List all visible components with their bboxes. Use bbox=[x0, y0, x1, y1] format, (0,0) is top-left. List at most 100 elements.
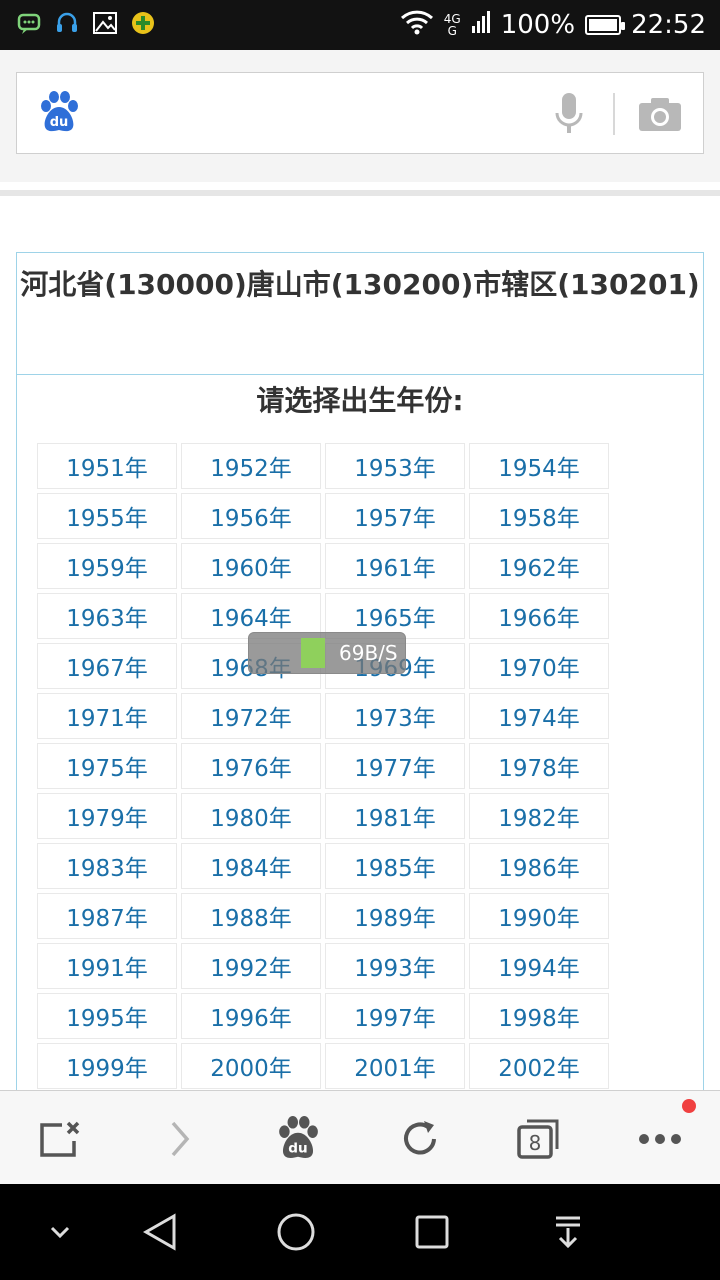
year-link[interactable]: 1990年 bbox=[469, 893, 609, 939]
year-link[interactable]: 1974年 bbox=[469, 693, 609, 739]
year-link[interactable]: 1975年 bbox=[37, 743, 177, 789]
year-link[interactable]: 1957年 bbox=[325, 493, 465, 539]
year-link[interactable]: 1999年 bbox=[37, 1043, 177, 1089]
year-link[interactable]: 1981年 bbox=[325, 793, 465, 839]
year-link[interactable]: 1966年 bbox=[469, 593, 609, 639]
year-link[interactable]: 1951年 bbox=[37, 443, 177, 489]
year-link[interactable]: 1967年 bbox=[37, 643, 177, 689]
year-link[interactable]: 1953年 bbox=[325, 443, 465, 489]
year-link[interactable]: 1985年 bbox=[325, 843, 465, 889]
year-link[interactable]: 1960年 bbox=[181, 543, 321, 589]
speed-bar bbox=[301, 638, 325, 668]
year-link[interactable]: 1959年 bbox=[37, 543, 177, 589]
hide-nav-button[interactable] bbox=[40, 1212, 80, 1252]
baidu-logo-text: du bbox=[50, 115, 69, 130]
refresh-button[interactable] bbox=[396, 1115, 444, 1163]
tab-count: 8 bbox=[529, 1131, 542, 1155]
battery-icon bbox=[585, 15, 626, 35]
more-icon bbox=[639, 1134, 681, 1144]
year-link[interactable]: 1979年 bbox=[37, 793, 177, 839]
year-link[interactable]: 1956年 bbox=[181, 493, 321, 539]
network-type: 4G G bbox=[443, 12, 461, 38]
pull-down-icon bbox=[556, 1216, 580, 1249]
browser-top-bar: du bbox=[0, 50, 720, 196]
refresh-icon bbox=[404, 1121, 436, 1155]
wifi-icon bbox=[400, 9, 434, 42]
camera-icon[interactable] bbox=[637, 95, 683, 137]
tabs-button[interactable]: 8 bbox=[514, 1115, 562, 1163]
baidu-paw-text: du bbox=[288, 1141, 307, 1157]
recents-icon bbox=[415, 1215, 449, 1249]
network-speed-indicator: 69B/S bbox=[248, 632, 406, 674]
year-link[interactable]: 1976年 bbox=[181, 743, 321, 789]
year-link[interactable]: 1970年 bbox=[469, 643, 609, 689]
year-link[interactable]: 1973年 bbox=[325, 693, 465, 739]
app-icon bbox=[130, 10, 156, 36]
year-link[interactable]: 1955年 bbox=[37, 493, 177, 539]
status-bar: 4G G 100% 22:52 bbox=[0, 0, 720, 50]
baidu-logo-icon: du bbox=[37, 91, 81, 139]
divider bbox=[613, 93, 615, 135]
year-link[interactable]: 1952年 bbox=[181, 443, 321, 489]
baidu-paw-icon: du bbox=[279, 1116, 318, 1158]
year-link[interactable]: 1991年 bbox=[37, 943, 177, 989]
chevron-right-icon bbox=[171, 1121, 190, 1157]
year-link[interactable]: 1958年 bbox=[469, 493, 609, 539]
year-link[interactable]: 1997年 bbox=[325, 993, 465, 1039]
year-link[interactable]: 1961年 bbox=[325, 543, 465, 589]
clock: 22:52 bbox=[631, 10, 706, 40]
year-link[interactable]: 1954年 bbox=[469, 443, 609, 489]
year-link[interactable]: 1980年 bbox=[181, 793, 321, 839]
year-link[interactable]: 1993年 bbox=[325, 943, 465, 989]
baidu-home-button[interactable]: du bbox=[274, 1115, 322, 1163]
year-link[interactable]: 1963年 bbox=[37, 593, 177, 639]
battery-fill bbox=[589, 19, 618, 31]
browser-toolbar: du 8 bbox=[0, 1090, 720, 1184]
back-button[interactable] bbox=[140, 1212, 180, 1252]
birth-year-prompt: 请选择出生年份: bbox=[256, 384, 464, 417]
tabs-icon: 8 bbox=[517, 1119, 559, 1159]
year-link[interactable]: 1986年 bbox=[469, 843, 609, 889]
divider bbox=[0, 190, 720, 196]
year-link[interactable]: 2001年 bbox=[325, 1043, 465, 1089]
menu-button[interactable] bbox=[636, 1115, 684, 1163]
close-page-button[interactable] bbox=[36, 1115, 84, 1163]
speed-text: 69B/S bbox=[339, 641, 398, 665]
year-link[interactable]: 1962年 bbox=[469, 543, 609, 589]
signal-icon bbox=[471, 10, 491, 41]
year-link[interactable]: 1987年 bbox=[37, 893, 177, 939]
image-icon bbox=[92, 10, 118, 36]
year-link[interactable]: 1982年 bbox=[469, 793, 609, 839]
year-link[interactable]: 1989年 bbox=[325, 893, 465, 939]
year-link[interactable]: 1992年 bbox=[181, 943, 321, 989]
year-link[interactable]: 1972年 bbox=[181, 693, 321, 739]
microphone-icon[interactable] bbox=[553, 91, 585, 141]
year-grid: 1951年 1952年 1953年 1954年 1955年 1956年 1957年 1958年… bbox=[37, 443, 613, 1089]
year-link[interactable]: 1977年 bbox=[325, 743, 465, 789]
back-icon bbox=[142, 1213, 176, 1251]
search-box[interactable]: du bbox=[16, 72, 704, 154]
year-link[interactable]: 1978年 bbox=[469, 743, 609, 789]
system-nav-bar bbox=[0, 1184, 720, 1280]
region-heading: 河北省(130000)唐山市(130200)市辖区(130201) bbox=[17, 253, 703, 375]
year-link[interactable]: 2002年 bbox=[469, 1043, 609, 1089]
year-link[interactable]: 1998年 bbox=[469, 993, 609, 1039]
battery-percent: 100% bbox=[500, 10, 576, 40]
chevron-down-icon bbox=[50, 1226, 70, 1239]
year-link[interactable]: 1983年 bbox=[37, 843, 177, 889]
notification-pull-button[interactable] bbox=[548, 1212, 588, 1252]
year-link[interactable]: 1995年 bbox=[37, 993, 177, 1039]
year-link[interactable]: 2000年 bbox=[181, 1043, 321, 1089]
year-link[interactable]: 1984年 bbox=[181, 843, 321, 889]
year-link[interactable]: 1988年 bbox=[181, 893, 321, 939]
year-link[interactable]: 1971年 bbox=[37, 693, 177, 739]
message-icon bbox=[16, 10, 42, 36]
year-link[interactable]: 1996年 bbox=[181, 993, 321, 1039]
network-label: 4G bbox=[443, 12, 461, 26]
notification-dot bbox=[682, 1099, 696, 1113]
recents-button[interactable] bbox=[412, 1212, 452, 1252]
home-button[interactable] bbox=[276, 1212, 316, 1252]
home-icon bbox=[277, 1213, 315, 1251]
forward-button[interactable] bbox=[156, 1115, 204, 1163]
year-link[interactable]: 1994年 bbox=[469, 943, 609, 989]
